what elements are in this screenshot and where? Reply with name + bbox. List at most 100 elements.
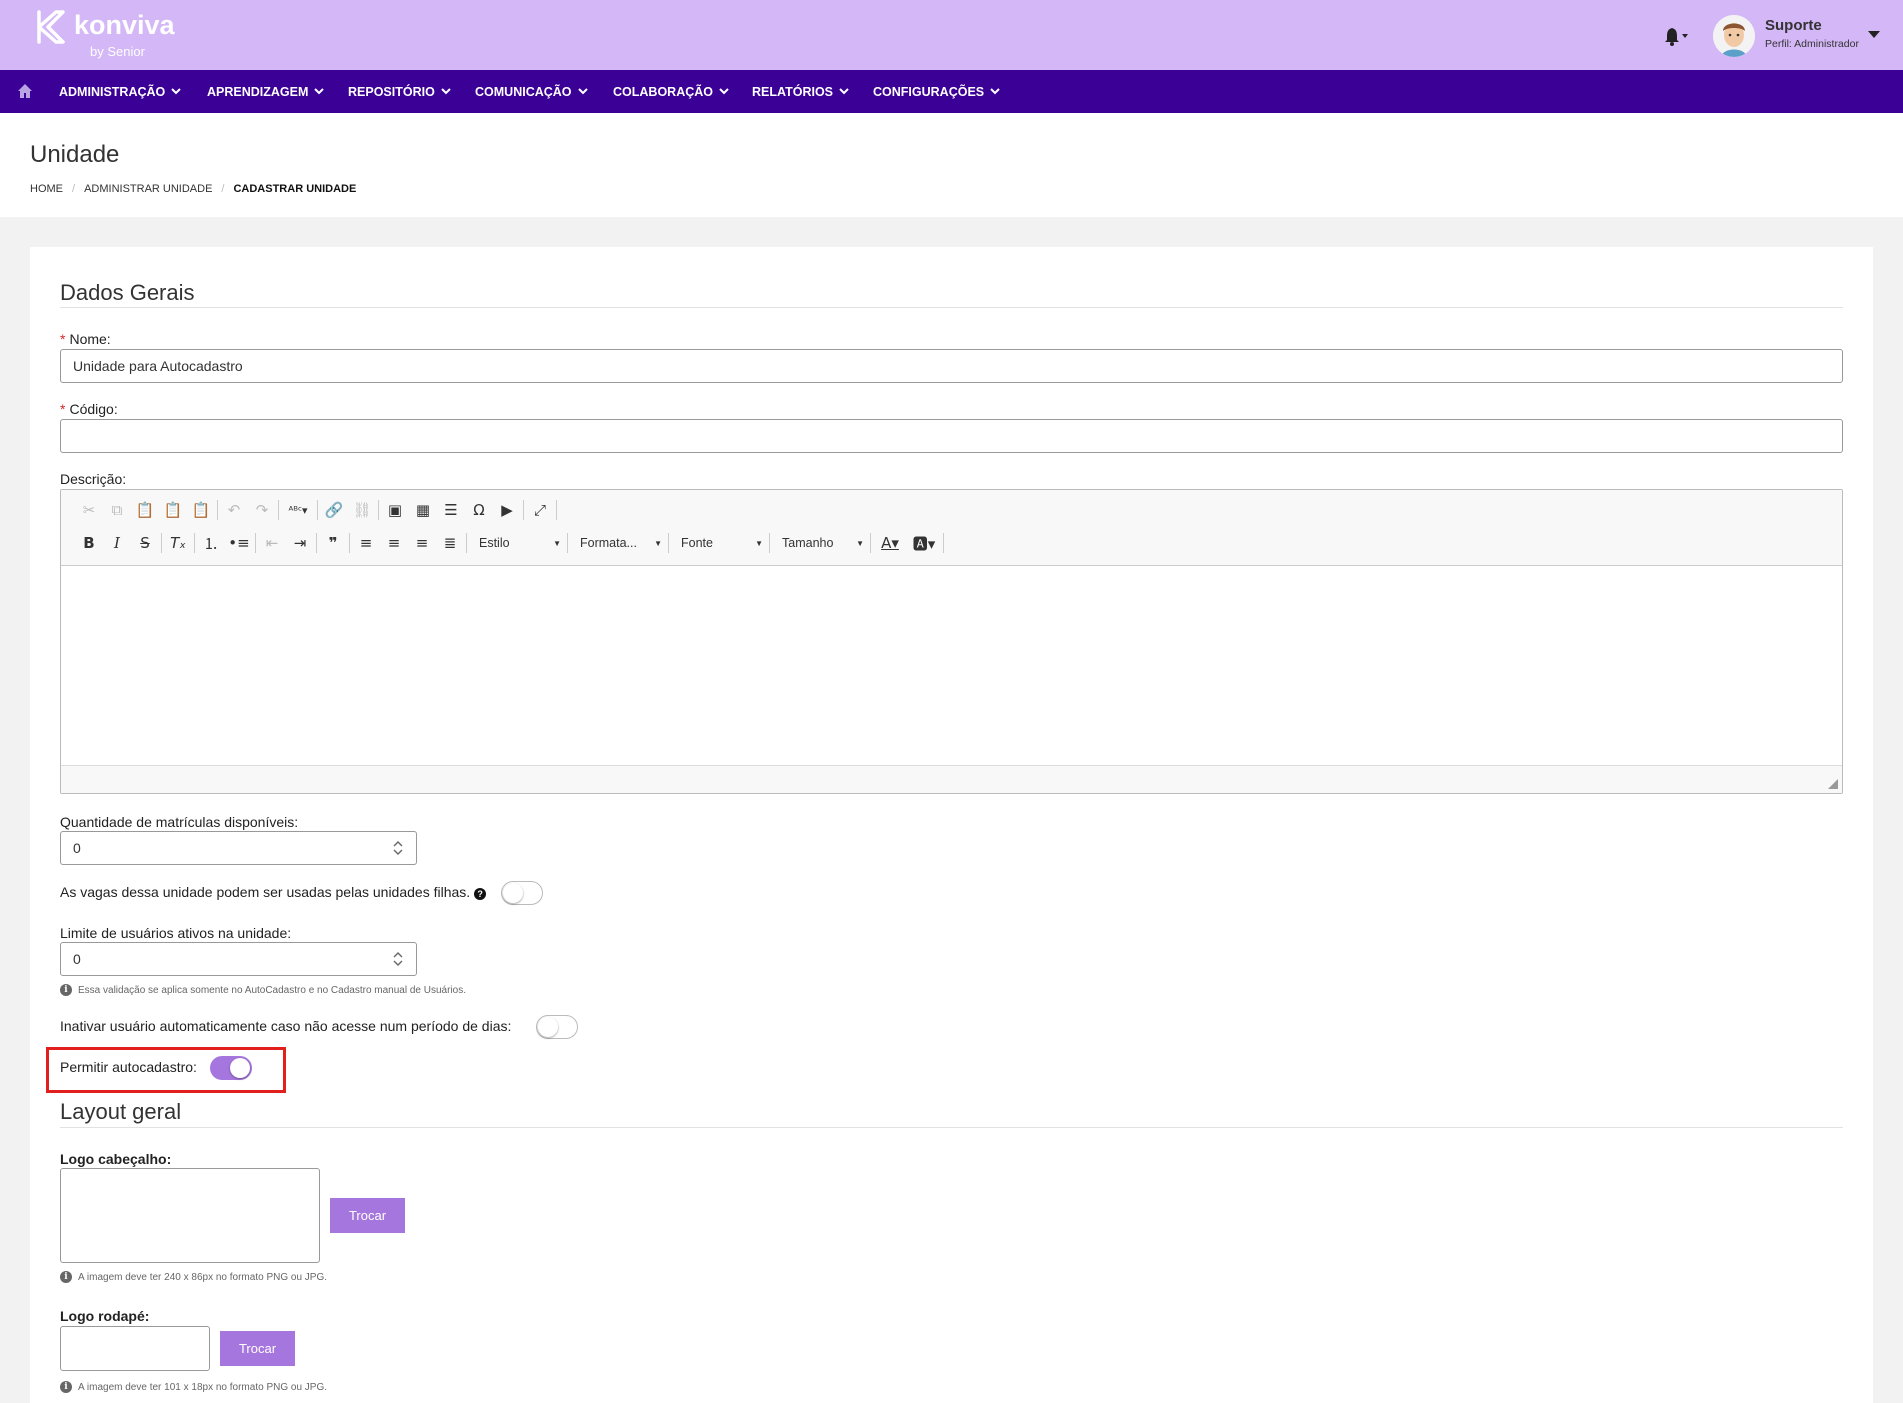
- background-color-icon[interactable]: 🅰▾: [907, 531, 941, 555]
- chevron-down-icon: [577, 88, 588, 95]
- required-marker: *: [60, 331, 66, 347]
- toolbar-separator: [316, 533, 317, 553]
- breadcrumb-current: CADASTRAR UNIDADE: [233, 183, 357, 195]
- required-marker: *: [60, 401, 66, 417]
- paste-word-icon[interactable]: 📋: [187, 498, 215, 522]
- logo-name: konviva: [74, 10, 175, 40]
- konviva-logo-icon: [37, 10, 65, 44]
- toolbar-separator: [217, 500, 218, 520]
- info-icon: i: [60, 1271, 72, 1283]
- vagas-toggle[interactable]: [501, 881, 543, 905]
- combo-arrow-icon: ▼: [654, 538, 662, 548]
- toggle-knob: [503, 883, 523, 903]
- nav-item-label: RELATÓRIOS: [752, 84, 834, 99]
- special-char-icon[interactable]: Ω: [465, 498, 493, 522]
- nav-item-label: CONFIGURAÇÕES: [873, 84, 985, 99]
- remove-format-icon[interactable]: Tₓ: [164, 531, 192, 555]
- nav-item-label: COMUNICAÇÃO: [475, 84, 572, 99]
- strikethrough-icon[interactable]: S: [131, 531, 159, 555]
- size-combo[interactable]: Tamanho ▼: [772, 531, 868, 555]
- indent-icon[interactable]: ⇥: [286, 531, 314, 555]
- breadcrumb-administrar-unidade[interactable]: ADMINISTRAR UNIDADE: [84, 183, 212, 195]
- number-spinner-icon[interactable]: [392, 839, 404, 857]
- chevron-down-icon: [990, 88, 1000, 95]
- nome-input[interactable]: Unidade para Autocadastro: [60, 349, 1843, 383]
- align-left-icon[interactable]: ≡: [352, 531, 380, 555]
- align-justify-icon[interactable]: ≣: [436, 531, 464, 555]
- codigo-input[interactable]: [60, 419, 1843, 453]
- align-center-icon[interactable]: ≡: [380, 531, 408, 555]
- nav-item-comunicacao[interactable]: COMUNICAÇÃO: [475, 70, 588, 113]
- size-combo-label: Tamanho: [782, 536, 834, 550]
- logo-cabecalho-preview: [60, 1168, 320, 1263]
- undo-icon[interactable]: ↶: [220, 498, 248, 522]
- image-icon[interactable]: ▣: [381, 498, 409, 522]
- bulleted-list-icon[interactable]: •≡: [225, 531, 253, 555]
- nav-item-repositorio[interactable]: REPOSITÓRIO: [348, 70, 451, 113]
- user-avatar[interactable]: [1713, 15, 1755, 57]
- italic-icon[interactable]: I: [103, 531, 131, 555]
- link-icon[interactable]: 🔗: [320, 498, 348, 522]
- editor-toolbar-row-2: B I S Tₓ ⒈ •≡ ⇤ ⇥ ❞ ≡ ≡ ≡ ≣ Estilo ▼ For…: [75, 531, 946, 555]
- chevron-down-icon: [839, 88, 849, 95]
- rich-text-editor: ✂ ⧉ 📋 📋 📋 ↶ ↷ ᴬᴮᶜ▾ 🔗 ⛓ ▣ ▦ ☰ Ω ▶ ⤢ B I S…: [60, 489, 1843, 794]
- editor-toolbar: ✂ ⧉ 📋 📋 📋 ↶ ↷ ᴬᴮᶜ▾ 🔗 ⛓ ▣ ▦ ☰ Ω ▶ ⤢ B I S…: [61, 490, 1842, 566]
- cut-icon[interactable]: ✂: [75, 498, 103, 522]
- paste-text-icon[interactable]: 📋: [159, 498, 187, 522]
- font-combo-label: Fonte: [681, 536, 713, 550]
- number-spinner-icon[interactable]: [392, 950, 404, 968]
- unlink-icon[interactable]: ⛓: [348, 498, 376, 522]
- limite-usuarios-input[interactable]: 0: [60, 942, 417, 976]
- youtube-icon[interactable]: ▶: [493, 498, 521, 522]
- paste-icon[interactable]: 📋: [131, 498, 159, 522]
- help-icon[interactable]: ?: [474, 888, 487, 900]
- inativar-toggle[interactable]: [536, 1015, 578, 1039]
- copy-icon[interactable]: ⧉: [103, 498, 131, 522]
- toolbar-separator: [943, 533, 944, 553]
- spellcheck-icon[interactable]: ᴬᴮᶜ▾: [281, 498, 315, 522]
- breadcrumb-home[interactable]: HOME: [30, 183, 63, 195]
- maximize-icon[interactable]: ⤢: [526, 498, 554, 522]
- nav-item-colaboracao[interactable]: COLABORAÇÃO: [613, 70, 729, 113]
- bold-icon[interactable]: B: [75, 531, 103, 555]
- outdent-icon[interactable]: ⇤: [258, 531, 286, 555]
- nav-item-administracao[interactable]: ADMINISTRAÇÃO: [59, 70, 181, 113]
- highlight-box: [46, 1047, 286, 1093]
- vagas-label: As vagas dessa unidade podem ser usadas …: [60, 884, 487, 900]
- toolbar-separator: [769, 533, 770, 553]
- logo-cabecalho-trocar-button[interactable]: Trocar: [330, 1198, 405, 1233]
- toolbar-separator: [668, 533, 669, 553]
- qtd-matriculas-input[interactable]: 0: [60, 831, 417, 865]
- format-combo-label: Formata...: [580, 536, 637, 550]
- font-combo[interactable]: Fonte ▼: [671, 531, 767, 555]
- vagas-label-text: As vagas dessa unidade podem ser usadas …: [60, 884, 471, 900]
- home-icon[interactable]: [17, 83, 33, 99]
- combo-arrow-icon: ▼: [755, 538, 763, 548]
- breadcrumb: HOME / ADMINISTRAR UNIDADE / CADASTRAR U…: [30, 183, 356, 195]
- redo-icon[interactable]: ↷: [248, 498, 276, 522]
- blockquote-icon[interactable]: ❞: [319, 531, 347, 555]
- resize-grip-icon[interactable]: [1828, 779, 1838, 789]
- chevron-down-icon: [719, 88, 729, 95]
- logo-rodape-trocar-button[interactable]: Trocar: [220, 1331, 295, 1366]
- nav-item-aprendizagem[interactable]: APRENDIZAGEM: [207, 70, 325, 113]
- nav-item-configuracoes[interactable]: CONFIGURAÇÕES: [873, 70, 1000, 113]
- logo-cabecalho-hint-text: A imagem deve ter 240 x 86px no formato …: [78, 1271, 328, 1283]
- chevron-down-icon: [441, 88, 451, 95]
- horizontal-rule-icon[interactable]: ☰: [437, 498, 465, 522]
- nav-item-relatorios[interactable]: RELATÓRIOS: [752, 70, 849, 113]
- table-icon[interactable]: ▦: [409, 498, 437, 522]
- toolbar-separator: [556, 500, 557, 520]
- align-right-icon[interactable]: ≡: [408, 531, 436, 555]
- section-divider: [60, 307, 1843, 308]
- text-color-icon[interactable]: A▾: [873, 531, 907, 555]
- editor-content-area[interactable]: [61, 566, 1842, 765]
- toolbar-separator: [317, 500, 318, 520]
- notification-bell-icon[interactable]: [1663, 24, 1689, 48]
- user-menu-caret-icon[interactable]: [1868, 30, 1880, 40]
- user-profile: Perfil: Administrador: [1765, 38, 1859, 50]
- style-combo[interactable]: Estilo ▼: [469, 531, 565, 555]
- format-combo[interactable]: Formata... ▼: [570, 531, 666, 555]
- numbered-list-icon[interactable]: ⒈: [197, 531, 225, 555]
- qtd-matriculas-value: 0: [73, 840, 81, 856]
